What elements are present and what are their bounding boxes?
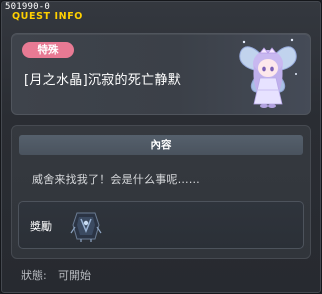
reward-item-icon[interactable] <box>69 209 103 243</box>
reward-section: 獎勵 <box>18 201 304 249</box>
quest-title: [月之水晶]沉寂的死亡静默 <box>24 73 182 88</box>
category-badge: 特殊 <box>22 42 74 58</box>
quest-description: 威舍来找我了！会是什么事呢…… <box>32 173 200 186</box>
fairy-npc-icon <box>239 38 297 108</box>
quest-content-panel: 內容 威舍来找我了！会是什么事呢…… 獎勵 <box>11 125 311 259</box>
reward-label: 獎勵 <box>30 220 52 233</box>
quest-info-window: 501990-0 QUEST INFO 特殊 [月之水晶]沉寂的死亡静默 內容 … <box>0 0 322 294</box>
quest-header-panel: 特殊 [月之水晶]沉寂的死亡静默 <box>11 33 311 115</box>
status-value: 可開始 <box>58 269 91 282</box>
status-label: 狀態: <box>21 269 47 282</box>
window-title: QUEST INFO <box>12 11 83 22</box>
content-section-title: 內容 <box>19 135 303 155</box>
